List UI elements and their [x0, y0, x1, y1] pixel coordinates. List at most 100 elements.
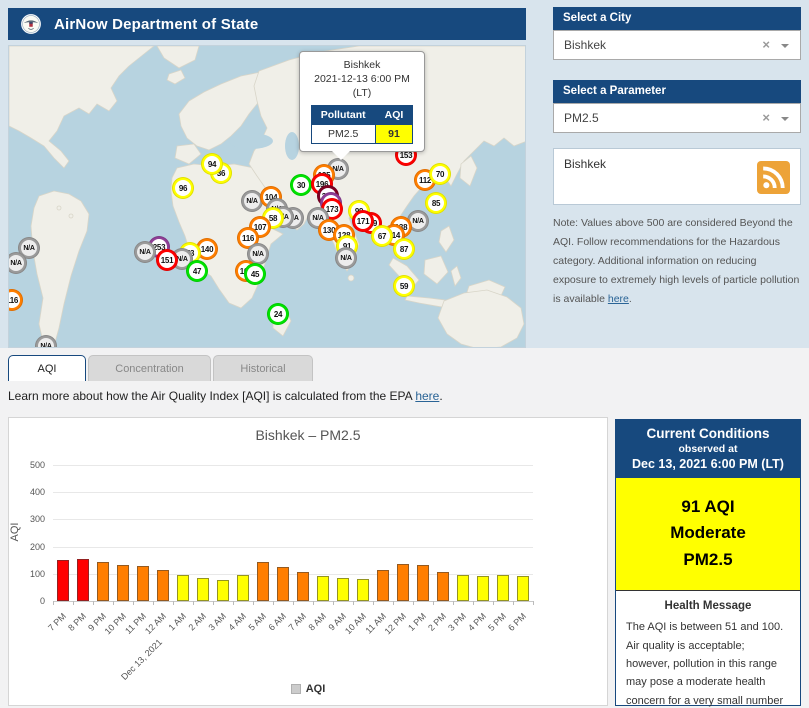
- conditions-observed-at: observed at: [620, 443, 796, 455]
- aqi-map-marker[interactable]: 24: [267, 303, 289, 325]
- learn-more-here-link[interactable]: here: [415, 389, 439, 403]
- city-select[interactable]: Bishkek ×: [553, 30, 801, 60]
- learn-more-period: .: [439, 389, 442, 403]
- chart-x-tick: [473, 601, 474, 605]
- tab-concentration[interactable]: Concentration: [88, 355, 211, 381]
- chart-y-tick-label: 100: [13, 569, 45, 579]
- chart-bar[interactable]: [317, 576, 329, 601]
- aqi-map-marker[interactable]: N/A: [134, 241, 156, 263]
- aqi-marker-value: 87: [396, 241, 412, 257]
- conditions-pollutant: PM2.5: [616, 547, 800, 573]
- conditions-datetime: Dec 13, 2021 6:00 PM (LT): [620, 457, 796, 471]
- beyond-aqi-note: Note: Values above 500 are considered Be…: [553, 214, 801, 308]
- aqi-map-marker[interactable]: 45: [244, 263, 266, 285]
- parameter-select[interactable]: PM2.5 ×: [553, 103, 801, 133]
- chart-bar[interactable]: [457, 575, 469, 601]
- aqi-map-marker[interactable]: N/A: [335, 247, 357, 269]
- current-conditions-header: Current Conditions observed at Dec 13, 2…: [616, 420, 800, 478]
- aqi-marker-value: 151: [159, 252, 175, 268]
- chart-bar[interactable]: [397, 564, 409, 601]
- aqi-marker-value: N/A: [244, 193, 260, 209]
- chart-bar[interactable]: [277, 567, 289, 601]
- chart-x-tick: [393, 601, 394, 605]
- parameter-panel-header: Select a Parameter: [553, 80, 801, 103]
- chart-bar[interactable]: [357, 579, 369, 601]
- aqi-map-marker[interactable]: 67: [371, 225, 393, 247]
- chart-bar[interactable]: [97, 562, 109, 601]
- chart-bar[interactable]: [137, 566, 149, 601]
- city-dropdown-arrow-icon[interactable]: [781, 44, 789, 52]
- note-here-link[interactable]: here: [608, 293, 629, 305]
- chart-bar[interactable]: [517, 576, 529, 601]
- aqi-marker-value: 30: [293, 177, 309, 193]
- conditions-title: Current Conditions: [620, 426, 796, 441]
- chart-bar[interactable]: [197, 578, 209, 601]
- chart-bar[interactable]: [337, 578, 349, 601]
- rss-city-label: Bishkek: [564, 157, 606, 171]
- conditions-category: Moderate: [616, 520, 800, 546]
- aqi-marker-value: 116: [8, 292, 20, 308]
- legend-label: AQI: [306, 683, 326, 695]
- chart-x-tick: [413, 601, 414, 605]
- chart-y-tick-label: 0: [13, 596, 45, 606]
- chart-bar[interactable]: [297, 572, 309, 601]
- sidebar: Select a City Bishkek × Select a Paramet…: [553, 7, 801, 308]
- chart-x-tick: [313, 601, 314, 605]
- chart-x-tick: [73, 601, 74, 605]
- tab-historical[interactable]: Historical: [213, 355, 313, 381]
- tooltip-datetime: 2021-12-13 6:00 PM: [304, 72, 420, 86]
- chart-legend[interactable]: AQI: [9, 683, 607, 695]
- aqi-map-marker[interactable]: 171: [352, 210, 374, 232]
- note-period: .: [629, 293, 632, 305]
- chart-bar[interactable]: [477, 576, 489, 601]
- view-tabs: AQI Concentration Historical: [8, 355, 313, 381]
- aqi-map-marker[interactable]: 47: [186, 260, 208, 282]
- parameter-select-value: PM2.5: [564, 111, 599, 125]
- chart-bar[interactable]: [257, 562, 269, 601]
- department-of-state-seal-icon: [18, 11, 44, 37]
- chart-bar[interactable]: [117, 565, 129, 601]
- chart-x-tick: [173, 601, 174, 605]
- conditions-aqi-block: 91 AQI Moderate PM2.5: [616, 478, 800, 591]
- aqi-map-marker[interactable]: 96: [172, 177, 194, 199]
- aqi-map-marker[interactable]: 59: [393, 275, 415, 297]
- chart-x-tick: [273, 601, 274, 605]
- aqi-marker-value: 140: [199, 241, 215, 257]
- chart-bar[interactable]: [177, 575, 189, 601]
- chart-bar[interactable]: [437, 572, 449, 601]
- chart-bar[interactable]: [377, 570, 389, 601]
- aqi-map-marker[interactable]: 87: [393, 238, 415, 260]
- chart-bar[interactable]: [77, 559, 89, 601]
- parameter-dropdown-arrow-icon[interactable]: [781, 117, 789, 125]
- tab-aqi[interactable]: AQI: [8, 355, 86, 381]
- city-clear-icon[interactable]: ×: [762, 31, 770, 59]
- learn-more-body: Learn more about how the Air Quality Ind…: [8, 389, 415, 403]
- aqi-marker-value: 67: [374, 228, 390, 244]
- chart-gridline: [53, 547, 533, 548]
- aqi-marker-value: N/A: [21, 240, 37, 256]
- aqi-map-marker[interactable]: 151: [156, 249, 178, 271]
- aqi-map-marker[interactable]: 30: [290, 174, 312, 196]
- chart-gridline: [53, 465, 533, 466]
- chart-bar[interactable]: [57, 560, 69, 601]
- chart-x-tick: [513, 601, 514, 605]
- rss-icon[interactable]: [757, 161, 790, 194]
- aqi-bar-chart: Bishkek – PM2.5 AQI 01002003004005007 PM…: [8, 417, 608, 706]
- chart-bar[interactable]: [237, 575, 249, 601]
- aqi-map-marker[interactable]: 85: [425, 192, 447, 214]
- page: AirNow Department of State: [0, 0, 809, 708]
- chart-bar[interactable]: [157, 570, 169, 601]
- chart-y-tick-label: 300: [13, 514, 45, 524]
- parameter-clear-icon[interactable]: ×: [762, 104, 770, 132]
- aqi-map-marker[interactable]: 70: [429, 163, 451, 185]
- chart-x-tick: [373, 601, 374, 605]
- chart-bar[interactable]: [417, 565, 429, 601]
- chart-bar[interactable]: [217, 580, 229, 601]
- chart-bar[interactable]: [497, 575, 509, 601]
- chart-title: Bishkek – PM2.5: [9, 427, 607, 443]
- aqi-map-marker[interactable]: 94: [201, 153, 223, 175]
- world-map[interactable]: N/AN/A116N/A369496N/A104N/AN/AN/A5810711…: [8, 45, 526, 348]
- chart-y-tick-label: 400: [13, 487, 45, 497]
- aqi-marker-value: N/A: [338, 250, 354, 266]
- city-panel-header: Select a City: [553, 7, 801, 30]
